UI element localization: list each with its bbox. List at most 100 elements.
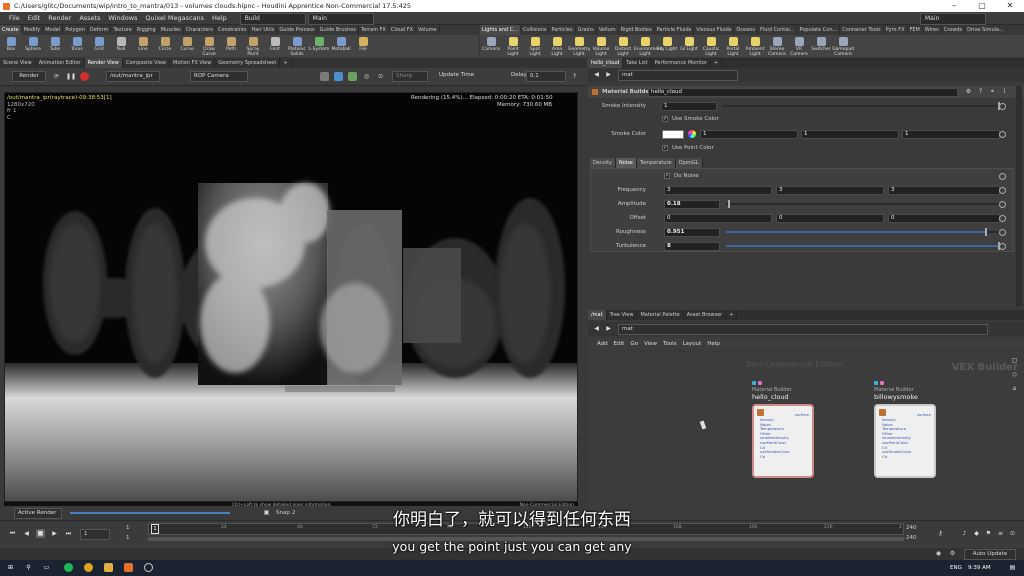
shelf-tab[interactable]: Rigging [135,25,159,35]
shelf-tab[interactable]: Modify [22,25,44,35]
shelf-tab[interactable]: Constraints [216,25,250,35]
gear-icon[interactable]: ⚙ [964,87,973,96]
parm-gear-icon[interactable] [999,172,1006,180]
shelf-tool-font[interactable]: Font [264,35,286,57]
desktop-select[interactable]: Build [239,13,306,25]
shelf-tool-sky-light[interactable]: Sky Light [656,35,678,57]
parm-gear-icon[interactable] [999,186,1006,194]
parm-gear-icon[interactable] [999,242,1006,250]
frequency-x[interactable]: 3 [664,185,772,195]
display-options-icon[interactable] [320,72,329,81]
camera-select[interactable]: ROP Camera [190,71,248,82]
smoke-color-b[interactable]: 1 [902,129,1000,139]
param-scrollbar[interactable] [1016,86,1022,306]
jump-end-icon[interactable]: ⏭ [64,529,73,538]
shelf-tool-null[interactable]: Null [110,35,132,57]
shelf-tab[interactable]: Vellum [597,25,619,35]
smoke-intensity-slider[interactable] [722,102,1000,110]
step-back-icon[interactable]: ◀ [22,529,31,538]
houdini-taskbar-icon[interactable] [124,563,133,572]
forward-arrow-icon[interactable]: ▶ [604,70,613,79]
add-tab-button[interactable]: + [280,58,292,68]
chrome-icon[interactable] [84,563,93,572]
shelf-tool-draw-curve[interactable]: Draw Curve [198,35,220,57]
snapshot-icon[interactable] [348,72,357,81]
shelf-tab[interactable]: Terrain FX [359,25,389,35]
menu-render[interactable]: Render [45,12,74,25]
shelf-tab[interactable]: Hair Utils [249,25,278,35]
stop-icon[interactable]: ■ [36,529,45,538]
shelf-tab[interactable]: Particle Fluids [655,25,695,35]
tab-scene-view[interactable]: Scene View [0,58,36,68]
shelf-tool-ambient-light[interactable]: Ambient Light [744,35,766,57]
language-indicator[interactable]: ENG [950,560,962,576]
zoom-icon[interactable]: ◎ [362,72,371,81]
smoke-intensity-field[interactable]: 1 [661,101,717,111]
network-tool-icon[interactable]: ▢ [1010,356,1019,365]
node-body[interactable]: surface density Noise Temperature Other smok… [752,404,814,478]
tab-mat[interactable]: /mat [588,310,607,320]
pause-icon[interactable]: ❚❚ [66,72,76,81]
shelf-tab[interactable]: Populate Con... [797,25,841,35]
render-help-icon[interactable]: ? [570,72,579,81]
shelf-tool-curve[interactable]: Curve [176,35,198,57]
rop-path-field[interactable]: /out/mantra_ipr [106,71,160,82]
shelf-tab[interactable]: Guide Process [277,25,318,35]
shelf-tool-environment-light[interactable]: Environment Light [634,35,663,57]
shelf-tool-stereo-camera[interactable]: Stereo Camera [766,35,788,57]
jump-start-icon[interactable]: ⏮ [8,529,17,538]
menu-edit[interactable]: Edit [25,12,44,25]
network-canvas[interactable]: Non-Commercial Edition VEX Builder Mater… [588,352,1024,520]
shelf-tool-sphere[interactable]: Sphere [22,35,44,57]
tab-performance-monitor[interactable]: Performance Monitor [652,58,711,68]
minimize-button[interactable]: – [940,0,968,12]
turbulence-field[interactable]: 8 [664,241,720,251]
network-menu-tools[interactable]: Tools [660,338,680,350]
tab-hello-cloud[interactable]: hello_cloud [588,58,624,68]
param-path-field[interactable]: mat [618,70,738,81]
audio-icon[interactable]: ♪ [960,529,969,538]
shelf-tab[interactable]: Deform [88,25,112,35]
sharp-select[interactable]: Sharp [392,71,428,82]
shelf-tab[interactable]: Crowds [942,25,966,35]
desktop-select-right[interactable]: Main [920,13,986,25]
lock-icon[interactable]: ⊙ [1008,529,1017,538]
shelf-tab[interactable]: Guide Brushes [318,25,359,35]
shelf-tool-point-light[interactable]: Point Light [502,35,524,57]
shelf-tool-caustic-light[interactable]: Caustic Light [700,35,722,57]
file-explorer-icon[interactable] [104,563,113,572]
network-menu-help[interactable]: Help [704,338,723,350]
options-icon[interactable]: ≡ [996,529,1005,538]
shelf-tool-torus[interactable]: Torus [66,35,88,57]
shelf-tool-switcher[interactable]: Switcher [810,35,832,57]
shelf-tool-spray-paint[interactable]: Spray Paint [242,35,264,57]
menu-help[interactable]: Help [209,12,230,25]
parm-gear-icon[interactable] [999,228,1006,236]
shelf-tool-path[interactable]: Path [220,35,242,57]
shelf-tab[interactable]: Wires [923,25,942,35]
roughness-field[interactable]: 0.951 [664,227,720,237]
node-input[interactable]: Cd [754,454,812,460]
desktop-select-2[interactable]: Main [307,13,374,25]
node-input[interactable]: Cd [876,454,934,460]
turbulence-slider[interactable] [726,242,1000,250]
shelf-tool-grid[interactable]: Grid [88,35,110,57]
shelf-tool-gi-light[interactable]: GI Light [678,35,700,57]
tab-material-palette[interactable]: Material Palette [637,310,684,320]
keyframe-icon[interactable]: ◆ [972,529,981,538]
tab-animation-editor[interactable]: Animation Editor [36,58,85,68]
node-billowysmoke[interactable]: Material Builder billowysmoke surface de… [874,380,944,478]
shelf-tab[interactable]: Pyro FX [884,25,908,35]
network-menu-layout[interactable]: Layout [680,338,705,350]
shelf-tab[interactable]: Cloud FX [389,25,417,35]
shelf-tab[interactable]: Fluid Contai... [758,25,798,35]
shelf-tab[interactable]: Particles [549,25,576,35]
tab-motion-fx-view[interactable]: Motion FX View [170,58,216,68]
tab-take-list[interactable]: Take List [623,58,652,68]
bookmark-icon[interactable]: ⚑ [984,529,993,538]
shelf-tool-metaball[interactable]: Metaball [330,35,352,57]
stop-render-icon[interactable] [80,72,89,81]
subtab-density[interactable]: Density [590,158,617,168]
refresh-icon[interactable]: ⟳ [52,72,61,81]
windows-start-icon[interactable]: ⊞ [6,563,15,572]
